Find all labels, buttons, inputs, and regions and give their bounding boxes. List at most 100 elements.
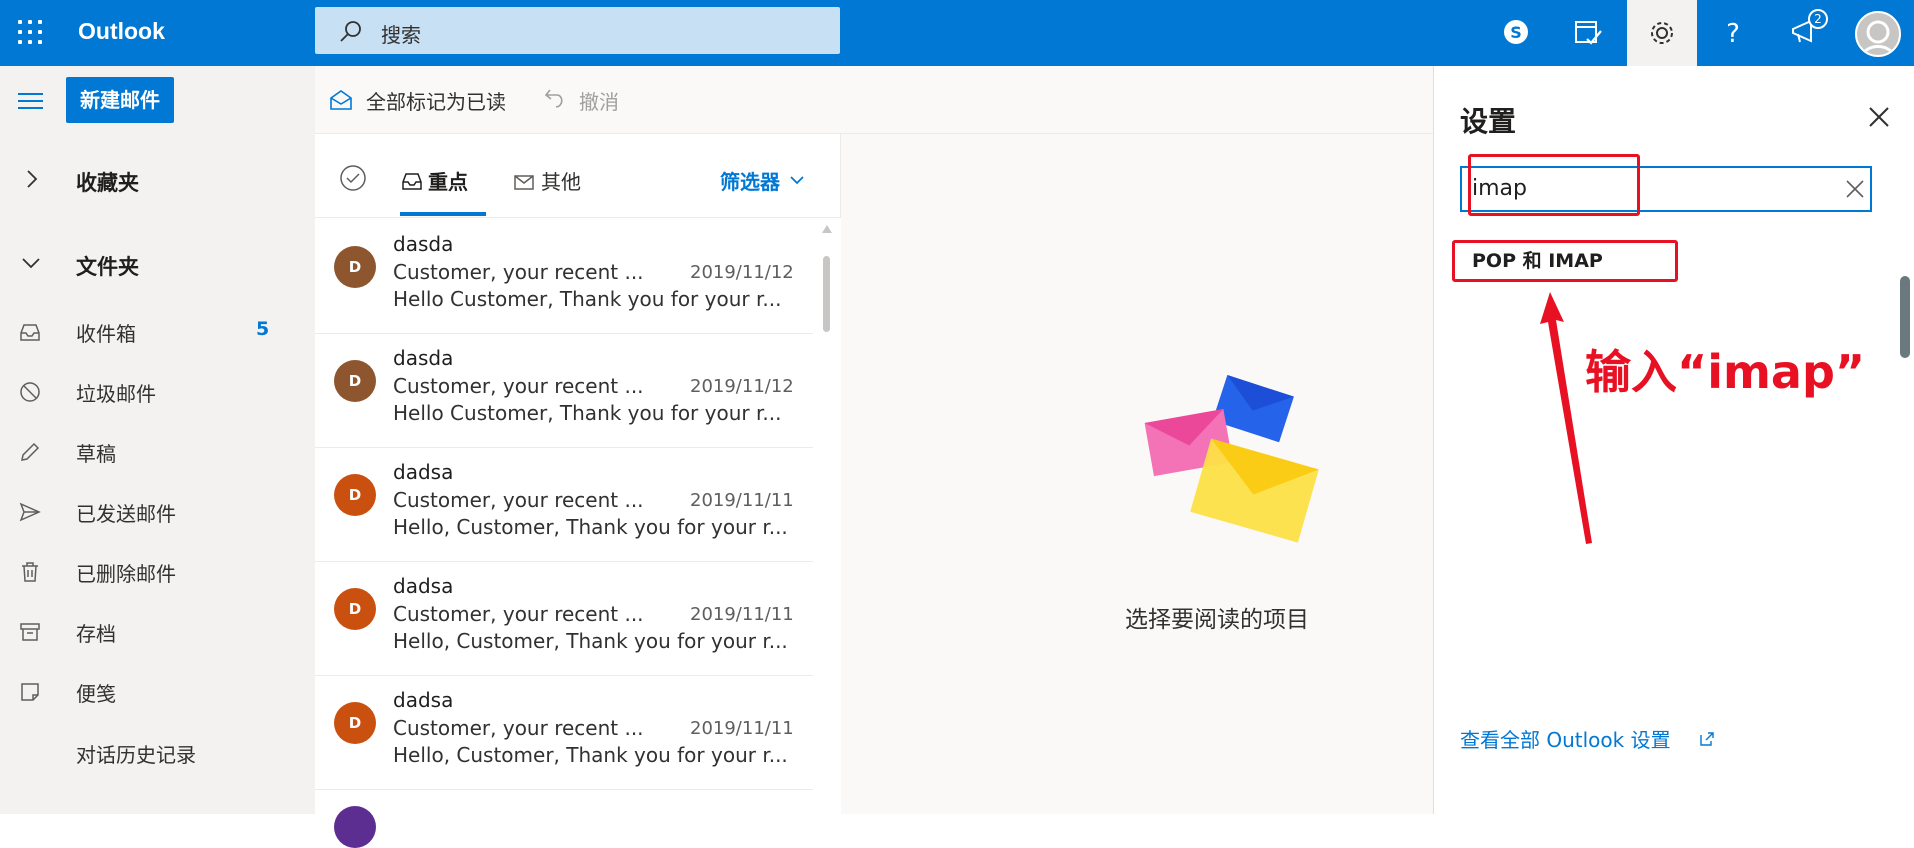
reading-pane: 选择要阅读的项目 — [841, 134, 1435, 814]
message-preview: Hello Customer, Thank you for your r... — [393, 401, 782, 425]
app-name[interactable]: Outlook — [78, 18, 165, 45]
open-external-icon[interactable] — [1698, 730, 1716, 748]
mail-icon — [514, 175, 534, 190]
message-sender: dasda — [393, 346, 454, 370]
message-subject: Customer, your recent ... — [393, 374, 644, 398]
message-sender: dadsa — [393, 574, 454, 598]
undo-button[interactable]: 撤消 — [579, 86, 619, 115]
calendar-check-icon[interactable] — [1571, 15, 1605, 49]
message-date: 2019/11/12 — [690, 262, 794, 283]
nav-item-sent[interactable]: 已发送邮件 — [0, 488, 315, 536]
clear-icon[interactable] — [1844, 178, 1866, 200]
focused-inbox-icon — [402, 173, 422, 190]
sender-avatar: D — [334, 702, 376, 744]
gear-icon — [1651, 22, 1673, 44]
sender-avatar: D — [334, 588, 376, 630]
user-icon — [1861, 20, 1895, 55]
message-subject: Customer, your recent ... — [393, 260, 644, 284]
settings-scrollbar-thumb[interactable] — [1900, 276, 1910, 358]
search-icon — [340, 21, 361, 42]
select-all-icon[interactable] — [339, 164, 367, 192]
settings-title: 设置 — [1460, 105, 1517, 138]
archive-icon — [20, 623, 40, 641]
svg-text:?: ? — [1726, 19, 1740, 49]
top-bar: Outlook 搜索 S ? 2 — [0, 0, 1914, 66]
message-subject: Customer, your recent ... — [393, 488, 644, 512]
message-row[interactable]: D dasda Customer, your recent ... 2019/1… — [315, 220, 813, 334]
nav-item-notes[interactable]: 便笺 — [0, 668, 315, 716]
sender-avatar — [334, 806, 376, 848]
tab-active-indicator — [400, 212, 486, 216]
tab-other[interactable]: 其他 — [541, 166, 581, 195]
filter-button[interactable]: 筛选器 — [720, 166, 780, 195]
pencil-icon — [21, 442, 40, 461]
help-icon[interactable]: ? — [1716, 15, 1750, 49]
notification-badge: 2 — [1808, 9, 1828, 29]
settings-button[interactable] — [1627, 0, 1697, 66]
sender-avatar: D — [334, 474, 376, 516]
skype-icon[interactable]: S — [1499, 15, 1533, 49]
annotation-text: 输入“imap” — [1585, 345, 1866, 399]
scrollbar-thumb[interactable] — [823, 256, 830, 332]
sender-avatar: D — [334, 246, 376, 288]
send-icon — [19, 502, 41, 522]
empty-reading-text: 选择要阅读的项目 — [1125, 607, 1309, 633]
search-box[interactable]: 搜索 — [315, 7, 840, 54]
search-placeholder: 搜索 — [381, 23, 421, 47]
message-sender: dasda — [393, 232, 454, 256]
nav-item-drafts[interactable]: 草稿 — [0, 428, 315, 476]
mark-read-icon — [330, 90, 352, 110]
nav-item-archive[interactable]: 存档 — [0, 608, 315, 656]
close-icon[interactable] — [1866, 104, 1892, 130]
tab-focused[interactable]: 重点 — [428, 166, 468, 195]
undo-icon — [544, 89, 563, 108]
chevron-down-icon — [790, 176, 804, 185]
command-bar: 全部标记为已读 撤消 — [315, 66, 1435, 134]
message-list: 重点 其他 筛选器 D dasda Customer, your recent … — [315, 134, 841, 848]
nav-item-junk[interactable]: 垃圾邮件 — [0, 368, 315, 416]
highlight-box-search — [1468, 154, 1640, 216]
new-mail-button[interactable]: 新建邮件 — [66, 77, 174, 123]
app-launcher-icon[interactable] — [18, 20, 42, 44]
list-header: 重点 其他 筛选器 — [315, 134, 841, 218]
message-sender: dadsa — [393, 688, 454, 712]
message-date: 2019/11/11 — [690, 604, 794, 625]
hamburger-icon[interactable] — [18, 93, 43, 114]
chevron-right-icon[interactable] — [20, 168, 42, 190]
view-all-settings-link[interactable]: 查看全部 Outlook 设置 — [1460, 724, 1671, 753]
nav-item-conversation-history[interactable]: 对话历史记录 — [0, 729, 315, 777]
chevron-down-icon[interactable] — [20, 252, 42, 274]
message-row[interactable]: D dadsa Customer, your recent ... 2019/1… — [315, 562, 813, 676]
svg-text:S: S — [1510, 23, 1522, 42]
message-subject: Customer, your recent ... — [393, 716, 644, 740]
settings-panel: 设置 imap POP 和 IMAP 输入“imap” 查看全部 Outlook… — [1433, 66, 1914, 814]
message-date: 2019/11/11 — [690, 718, 794, 739]
favorites-header[interactable]: 收藏夹 — [76, 167, 139, 197]
message-date: 2019/11/11 — [690, 490, 794, 511]
annotation-arrow — [1540, 292, 1592, 544]
scroll-up-icon[interactable] — [821, 224, 833, 234]
inbox-icon — [20, 324, 40, 341]
nav-item-inbox[interactable]: 收件箱 5 — [0, 308, 315, 356]
message-preview: Hello Customer, Thank you for your r... — [393, 287, 782, 311]
nav-item-deleted[interactable]: 已删除邮件 — [0, 548, 315, 596]
junk-icon — [20, 382, 40, 402]
mark-all-read-button[interactable]: 全部标记为已读 — [366, 86, 506, 115]
sender-avatar: D — [334, 360, 376, 402]
message-subject: Customer, your recent ... — [393, 602, 644, 626]
highlight-box-result — [1452, 240, 1678, 282]
message-row[interactable]: D dadsa Customer, your recent ... 2019/1… — [315, 676, 813, 790]
trash-icon — [22, 562, 38, 582]
message-row[interactable]: D dasda Customer, your recent ... 2019/1… — [315, 334, 813, 448]
folders-header[interactable]: 文件夹 — [76, 251, 139, 281]
message-row[interactable]: D dadsa Customer, your recent ... 2019/1… — [315, 448, 813, 562]
message-sender: dadsa — [393, 460, 454, 484]
message-preview: Hello, Customer, Thank you for your r... — [393, 629, 788, 653]
note-icon — [21, 683, 39, 701]
avatar[interactable] — [1855, 11, 1901, 57]
unread-count: 5 — [256, 318, 270, 340]
message-preview: Hello, Customer, Thank you for your r... — [393, 515, 788, 539]
message-preview: Hello, Customer, Thank you for your r... — [393, 743, 788, 767]
envelopes-illustration — [1144, 375, 1319, 543]
message-date: 2019/11/12 — [690, 376, 794, 397]
